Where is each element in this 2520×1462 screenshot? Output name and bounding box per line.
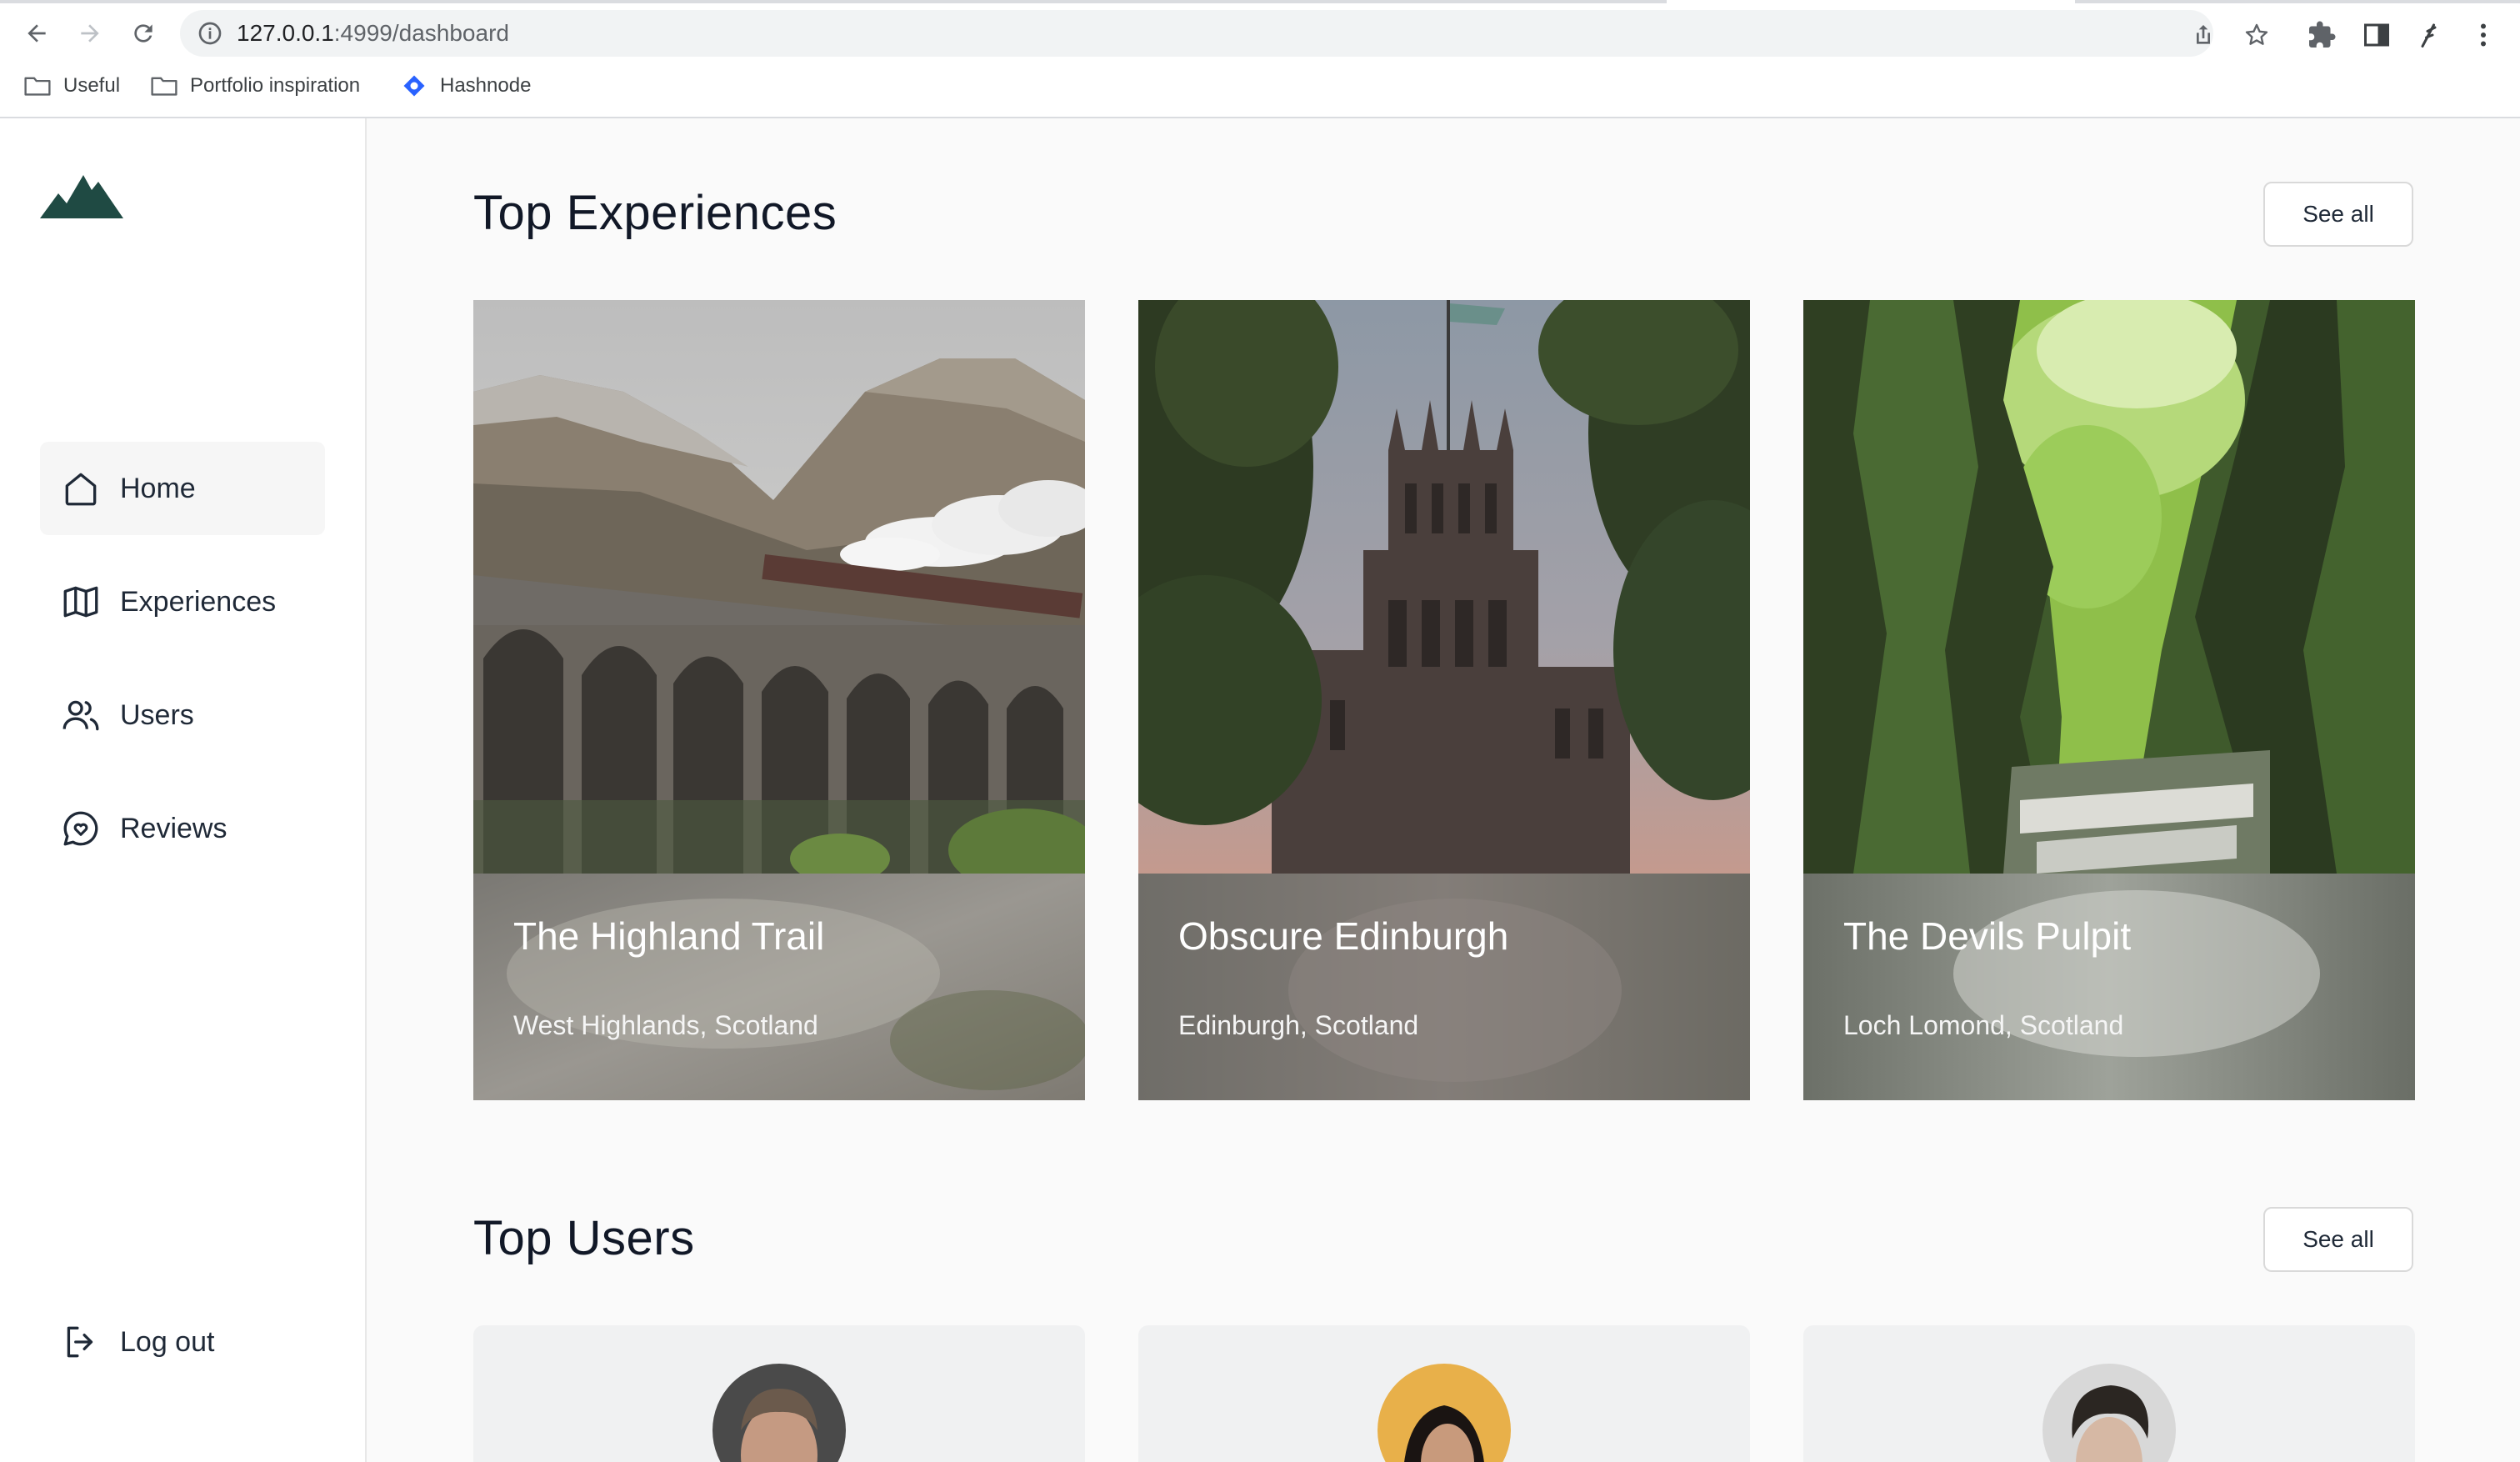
reviews-icon [63,811,98,846]
experience-image [1803,300,2415,874]
url-text: 127.0.0.1:4999/dashboard [237,22,509,45]
avatar [1378,1364,1511,1462]
url-host: 127.0.0.1 [237,20,334,46]
cathedral-photo [1138,300,1750,874]
bookmark-portfolio-inspiration[interactable]: Portfolio inspiration [150,73,360,98]
experience-title: The Devils Pulpit [1843,914,2132,958]
main-content: Top Experiences See all The Highland Tra… [368,118,2520,1462]
experience-location: Loch Lomond, Scotland [1843,1010,2124,1040]
experience-title: Obscure Edinburgh [1178,914,1509,958]
logout-icon [67,1326,93,1358]
user-card[interactable] [473,1325,1085,1462]
experience-caption: The Highland Trail West Highlands, Scotl… [473,874,1085,1100]
experience-caption: Obscure Edinburgh Edinburgh, Scotland [1138,874,1750,1100]
caption-blur-background [1803,874,2415,1100]
side-panel-icon[interactable] [2362,20,2392,50]
extensions-icon[interactable] [2307,20,2337,50]
reload-icon [134,24,152,43]
experience-card-highland-trail[interactable]: The Highland Trail West Highlands, Scotl… [473,300,1085,1100]
sidebar-item-reviews[interactable]: Reviews [40,782,325,875]
sidebar: Home Experiences Users Reviews Log out [0,118,367,1462]
experience-location: West Highlands, Scotland [513,1010,818,1040]
sidebar-item-label: Experiences [120,585,277,618]
sidebar-item-users[interactable]: Users [40,668,325,762]
bookmark-star-icon[interactable] [2243,22,2270,48]
reload-button[interactable] [127,17,160,50]
bookmark-label: Portfolio inspiration [190,74,361,97]
experience-card-devils-pulpit[interactable]: The Devils Pulpit Loch Lomond, Scotland [1803,300,2415,1100]
bookmark-hashnode[interactable]: Hashnode [400,73,531,98]
experience-card-obscure-edinburgh[interactable]: Obscure Edinburgh Edinburgh, Scotland [1138,300,1750,1100]
loading-bar-segment [2075,0,2520,3]
forward-arrow-icon [81,24,99,43]
back-arrow-icon [28,24,46,43]
loading-bar [0,0,1667,3]
logout-button[interactable]: Log out [40,1295,325,1389]
top-users-title: Top Users [473,1211,695,1265]
experience-caption: The Devils Pulpit Loch Lomond, Scotland [1803,874,2415,1100]
site-info-icon[interactable] [197,20,223,47]
bookmark-label: Hashnode [440,74,532,97]
more-menu-icon[interactable] [2468,20,2498,50]
sidebar-item-label: Reviews [120,812,228,844]
mountain-logo[interactable] [40,168,123,223]
user-card[interactable] [1138,1325,1750,1462]
folder-icon [151,77,178,96]
feather-extension-icon[interactable] [2415,20,2445,50]
share-icon[interactable] [2190,22,2217,48]
sidebar-item-label: Users [120,698,194,731]
hashnode-icon [403,75,425,97]
user-avatar-photo [712,1364,846,1462]
address-bar[interactable]: 127.0.0.1:4999/dashboard [180,10,2268,57]
browser-chrome: 127.0.0.1:4999/dashboard Useful Portfoli… [0,0,2520,118]
top-experiences-title: Top Experiences [473,186,838,240]
forward-button[interactable] [73,17,107,50]
avatar [712,1364,846,1462]
users-icon [62,700,99,731]
see-all-experiences-button[interactable]: See all [2263,182,2413,247]
caption-blur-background [1138,874,1750,1100]
experience-title: The Highland Trail [513,914,825,958]
see-all-users-button[interactable]: See all [2263,1207,2413,1272]
browser-toolbar: 127.0.0.1:4999/dashboard [0,7,2520,58]
back-button[interactable] [20,17,53,50]
gorge-photo [1803,300,2415,874]
experience-image [473,300,1085,874]
home-icon [65,473,97,506]
avatar [2042,1364,2176,1462]
sidebar-item-home[interactable]: Home [40,442,325,535]
user-avatar-photo [1378,1364,1511,1462]
experience-image [1138,300,1750,874]
bookmark-useful[interactable]: Useful [23,73,120,98]
user-card[interactable] [1803,1325,2415,1462]
caption-blur-background [473,874,1085,1100]
bookmarks-bar: Useful Portfolio inspiration Hashnode [0,68,2520,108]
sidebar-item-experiences[interactable]: Experiences [40,555,325,648]
url-path: :4999/dashboard [333,20,509,46]
sidebar-item-label: Home [120,472,196,504]
viaduct-train-photo [473,300,1085,874]
bookmark-label: Useful [63,74,121,97]
folder-icon [24,77,51,96]
map-icon [63,586,98,618]
user-avatar-photo [2042,1364,2176,1462]
logout-label: Log out [120,1325,215,1358]
experience-location: Edinburgh, Scotland [1178,1010,1419,1040]
